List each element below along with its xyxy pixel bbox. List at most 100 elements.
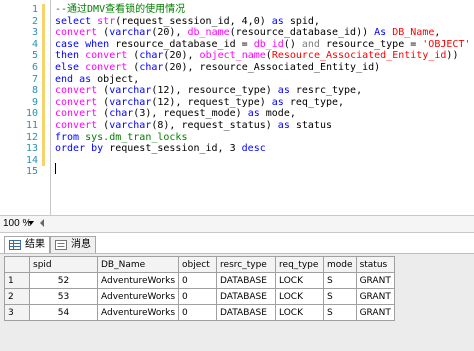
code-line[interactable]: convert (varchar(12), request_type) as r… (55, 97, 344, 109)
code-line[interactable]: from sys.dm_tran_locks (55, 132, 187, 144)
cell-status[interactable]: GRANT (355, 288, 395, 305)
col-header-db-name[interactable]: DB_Name (96, 256, 180, 273)
code-line[interactable]: --通过DMV查看锁的使用情况 (55, 4, 185, 16)
cell-req-type[interactable]: LOCK (275, 288, 325, 305)
code-token: as (271, 96, 284, 108)
scroll-left-icon[interactable] (40, 219, 44, 227)
code-line[interactable]: order by request_session_id, 3 desc (55, 143, 266, 155)
col-header-req-type[interactable]: req_type (275, 256, 325, 273)
cell-db-name[interactable]: AdventureWorks (96, 288, 180, 305)
code-token: varchar (109, 96, 152, 108)
row-number[interactable]: 3 (4, 304, 30, 321)
col-header-spid[interactable]: spid (29, 256, 98, 273)
code-token: (12), request_type) (151, 96, 272, 108)
cell-mode[interactable]: S (323, 272, 357, 289)
cell-status[interactable]: GRANT (355, 304, 395, 321)
code-token: convert (55, 27, 98, 39)
code-token: ( (97, 27, 110, 39)
line-number: 13 (25, 143, 38, 155)
change-marker (42, 4, 45, 16)
zoom-dropdown-icon[interactable] (28, 221, 34, 225)
code-token: (3), request_mode) (133, 108, 248, 120)
change-marker (42, 108, 45, 120)
cell-object[interactable]: 0 (178, 288, 218, 305)
text-caret (55, 163, 56, 174)
line-number: 4 (31, 38, 38, 50)
cell-spid[interactable]: 53 (29, 288, 98, 305)
code-token: sys.dm_tran_locks (85, 131, 188, 143)
table-row[interactable]: 2 53 AdventureWorks 0 DATABASE LOCK S GR… (4, 288, 395, 305)
results-tabs: 结果 消息 (0, 233, 474, 254)
code-token: then (55, 50, 80, 62)
cell-req-type[interactable]: LOCK (275, 304, 325, 321)
cell-spid[interactable]: 52 (29, 272, 98, 289)
line-number: 6 (31, 62, 38, 73)
code-token: DB_Name (392, 27, 435, 39)
code-line[interactable]: then convert (char(20), object_name(Reso… (55, 50, 458, 62)
code-token: ( (97, 120, 110, 131)
tab-messages-label: 消息 (71, 239, 91, 250)
code-token: Resource_Associated_Entity_id (271, 50, 447, 62)
col-header-mode[interactable]: mode (323, 256, 357, 273)
cell-spid[interactable]: 54 (29, 304, 98, 321)
code-line[interactable]: convert (varchar(8), request_status) as … (55, 120, 332, 132)
cell-resrc-type[interactable]: DATABASE (216, 304, 277, 321)
cell-db-name[interactable]: AdventureWorks (96, 272, 180, 289)
table-row[interactable]: 3 54 AdventureWorks 0 DATABASE LOCK S GR… (4, 304, 395, 321)
code-token: char (139, 50, 164, 62)
col-header-status[interactable]: status (355, 256, 395, 273)
code-token: as (277, 120, 290, 131)
code-token: status (289, 120, 332, 131)
code-token: --通过DMV查看锁的使用情况 (55, 4, 186, 15)
table-row[interactable]: 1 52 AdventureWorks 0 DATABASE LOCK S GR… (4, 272, 395, 289)
code-line[interactable]: convert (char(3), request_mode) as mode, (55, 108, 296, 120)
row-number[interactable]: 1 (4, 272, 30, 289)
code-token: order by (55, 143, 104, 155)
code-token: ( (127, 50, 140, 62)
code-token: resrc_type, (289, 85, 363, 97)
code-line[interactable]: select str(request_session_id, 4,0) as s… (55, 16, 320, 28)
cell-mode[interactable]: S (323, 304, 357, 321)
code-token: (20), resource_Associated_Entity_id) (163, 62, 381, 73)
col-header-resrc-type[interactable]: resrc_type (216, 256, 277, 273)
code-line[interactable]: case when resource_database_id = db_id()… (55, 39, 470, 51)
line-number-gutter: 1 2 3 4 5 6 7 8 9 10 11 12 13 14 15 (0, 0, 51, 215)
code-line[interactable]: convert (varchar(20), db_name(resource_d… (55, 27, 440, 39)
query-editor[interactable]: 1 2 3 4 5 6 7 8 9 10 11 12 13 14 15 --通过DMV查看锁的使用情况 sel… (0, 0, 474, 216)
code-token: convert (55, 85, 98, 97)
header-row: spid DB_Name object resrc_type req_type … (4, 256, 395, 273)
tab-messages[interactable]: 消息 (50, 236, 96, 253)
code-token: ( (97, 85, 110, 97)
cell-resrc-type[interactable]: DATABASE (216, 272, 277, 289)
cell-status[interactable]: GRANT (355, 272, 395, 289)
code-token: char (139, 62, 164, 73)
row-number[interactable]: 2 (4, 288, 30, 305)
tab-results[interactable]: 结果 (4, 236, 50, 253)
code-line[interactable]: convert (varchar(12), resource_type) as … (55, 85, 362, 97)
code-token: ( (97, 96, 110, 108)
code-line[interactable]: else convert (char(20), resource_Associa… (55, 62, 380, 74)
cell-resrc-type[interactable]: DATABASE (216, 288, 277, 305)
cell-db-name[interactable]: AdventureWorks (96, 304, 180, 321)
cell-object[interactable]: 0 (178, 304, 218, 321)
col-header-object[interactable]: object (178, 256, 218, 273)
cell-object[interactable]: 0 (178, 272, 218, 289)
code-token: from (55, 131, 80, 143)
code-token: request_session_id, 3 (103, 143, 242, 155)
line-number: 5 (31, 50, 38, 62)
cell-req-type[interactable]: LOCK (275, 272, 325, 289)
code-token: convert (55, 96, 98, 108)
code-token: str (97, 15, 116, 27)
code-token: ( (97, 108, 110, 120)
code-token: resource_database_id = (109, 38, 254, 50)
line-number: 14 (25, 154, 38, 166)
code-token: convert (55, 108, 98, 120)
cell-mode[interactable]: S (323, 288, 357, 305)
corner-cell[interactable] (4, 256, 30, 273)
code-token: object_name (199, 50, 266, 62)
code-token: desc (241, 143, 266, 155)
code-line[interactable]: end as object, (55, 74, 139, 86)
code-token: varchar (109, 27, 152, 39)
message-icon (55, 240, 67, 250)
code-token: )) (446, 50, 459, 62)
